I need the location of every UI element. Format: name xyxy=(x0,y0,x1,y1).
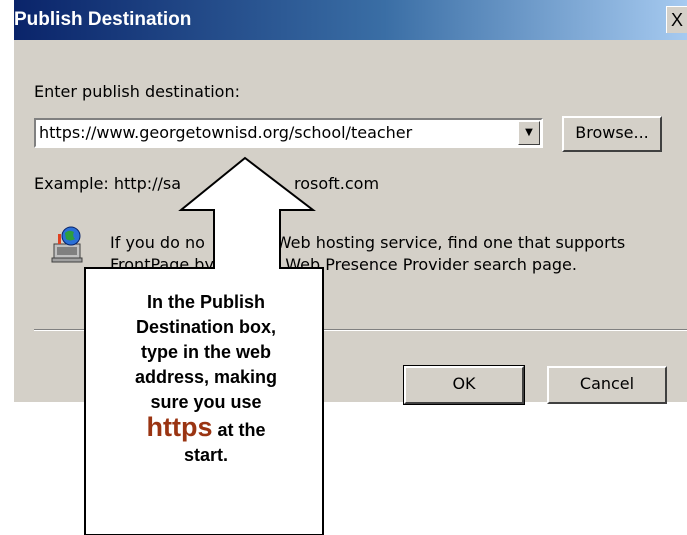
callout-line-3: type in the web xyxy=(140,342,272,362)
callout-line-1: In the Publish xyxy=(146,292,265,312)
callout-line-4: address, making xyxy=(134,367,278,387)
callout-line-2: Destination box, xyxy=(135,317,276,337)
callout-text: In the Publish Destination box, type in … xyxy=(92,290,320,468)
callout-line-6-tail: at the xyxy=(212,420,266,440)
callout-line-6: https at the xyxy=(92,412,320,443)
callout-line-7: start. xyxy=(183,445,228,465)
https-highlight: https xyxy=(146,412,213,442)
